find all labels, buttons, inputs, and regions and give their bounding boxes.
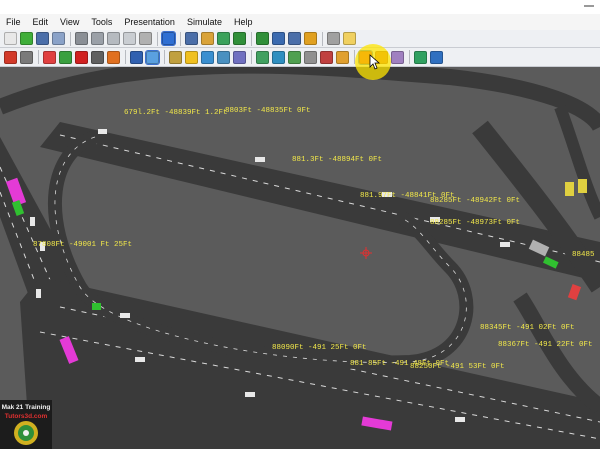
coordinate-label: 88345Ft -491 02Ft 0Ft (480, 324, 575, 332)
arrow-right-icon[interactable] (256, 32, 269, 45)
arrow-left-icon[interactable] (233, 32, 246, 45)
traffic-icon[interactable] (320, 50, 333, 64)
coordinate-label: 88285Ft -48973Ft 0Ft (430, 219, 520, 227)
main-toolbar (0, 30, 600, 48)
road-icon[interactable] (4, 50, 17, 64)
note-icon[interactable] (343, 32, 356, 45)
toolbar-separator (70, 31, 71, 46)
ruler-icon[interactable] (169, 50, 182, 64)
palette-icon[interactable] (217, 32, 230, 45)
vehicle-yellow (565, 182, 574, 196)
coordinate-label: 88485 (572, 251, 595, 259)
wrench-icon[interactable] (20, 50, 33, 64)
open-folder-icon[interactable] (20, 32, 33, 45)
vehicle-car (30, 217, 35, 226)
minimize-icon[interactable] (584, 5, 594, 7)
color-icon[interactable] (256, 50, 269, 64)
layers-icon[interactable] (414, 50, 427, 64)
coordinate-label: 881.3Ft -48894Ft 0Ft (292, 156, 382, 164)
save-icon[interactable] (36, 32, 49, 45)
toolbar-separator (164, 50, 165, 64)
toolbar-separator (409, 50, 410, 64)
vehicle-car (36, 289, 41, 298)
vehicle-green (92, 303, 101, 310)
list-icon[interactable] (233, 50, 246, 64)
scene-viewport[interactable]: 679l.2Ft -48839Ft 1.2Ft 8803Ft -48835Ft … (0, 67, 600, 449)
coordinate-label: 88285Ft -48942Ft 0Ft (430, 197, 520, 205)
coordinate-label: 88090Ft -491 25Ft 0Ft (272, 344, 367, 352)
globe-icon[interactable] (201, 50, 214, 64)
grid-icon[interactable] (185, 32, 198, 45)
pencil-icon[interactable] (201, 32, 214, 45)
tag-icon[interactable] (304, 32, 317, 45)
zoom-icon[interactable] (217, 50, 230, 64)
vehicle-car (500, 242, 510, 247)
coordinate-label: 87808Ft -49001 Ft 25Ft (33, 241, 132, 249)
movie-icon[interactable] (391, 50, 404, 64)
mouse-pointer-icon (369, 54, 381, 70)
camera-icon[interactable] (91, 50, 104, 64)
tools-icon[interactable] (327, 32, 340, 45)
menu-tools[interactable]: Tools (85, 14, 118, 30)
vehicle-yellow (578, 179, 587, 193)
photo-icon[interactable] (288, 50, 301, 64)
vehicle-car (98, 129, 107, 134)
menu-edit[interactable]: Edit (27, 14, 55, 30)
shield-icon[interactable] (91, 32, 104, 45)
coordinate-label: 88367Ft -491 22Ft 0Ft (498, 341, 593, 349)
menu-help[interactable]: Help (228, 14, 259, 30)
coordinate-label: 679l.2Ft -48839Ft 1.2Ft (124, 109, 228, 117)
menu-simulate[interactable]: Simulate (181, 14, 228, 30)
vehicle-car (135, 357, 145, 362)
circle-icon[interactable] (139, 32, 152, 45)
toolbar-separator (180, 31, 181, 46)
brand-line1: Mak 21 Training (2, 404, 51, 411)
shield-blue-icon[interactable] (161, 31, 176, 46)
help-icon[interactable] (430, 50, 443, 64)
route-icon[interactable] (272, 32, 285, 45)
coordinate-label: 8803Ft -48835Ft 0Ft (225, 107, 311, 115)
window-controls (584, 0, 594, 12)
title-bar (0, 0, 600, 14)
pin-icon[interactable] (43, 50, 56, 64)
person-icon[interactable] (288, 32, 301, 45)
coordinate-label: 88250Ft -491 53Ft 0Ft (410, 363, 505, 371)
vehicle-car (120, 313, 130, 318)
light-icon[interactable] (336, 50, 349, 64)
menubar: File Edit View Tools Presentation Simula… (0, 14, 600, 30)
shield-icon[interactable] (123, 32, 136, 45)
car-icon[interactable] (130, 50, 143, 64)
toolbar-separator (322, 31, 323, 46)
shield-icon[interactable] (107, 32, 120, 45)
map-icon[interactable] (272, 50, 285, 64)
vehicle-car (255, 157, 265, 162)
stop-sign-icon[interactable] (75, 50, 88, 64)
toolbar-separator (251, 50, 252, 64)
toolbar-separator (157, 31, 158, 46)
menu-view[interactable]: View (54, 14, 85, 30)
vehicle-car (245, 392, 255, 397)
measure-icon[interactable] (304, 50, 317, 64)
shield-icon[interactable] (75, 32, 88, 45)
cone-icon[interactable] (107, 50, 120, 64)
training-logo: Mak 21 Training Tutors3d.com (0, 400, 52, 449)
road-green-icon[interactable] (59, 50, 72, 64)
secondary-toolbar (0, 48, 600, 67)
bulb-icon[interactable] (185, 50, 198, 64)
view-icon[interactable] (145, 49, 160, 65)
vehicle-car (455, 417, 465, 422)
app-window: File Edit View Tools Presentation Simula… (0, 0, 600, 449)
new-file-icon[interactable] (4, 32, 17, 45)
menu-file[interactable]: File (0, 14, 27, 30)
road-scene[interactable]: 679l.2Ft -48839Ft 1.2Ft 8803Ft -48835Ft … (0, 67, 600, 449)
brand-line2: Tutors3d.com (5, 413, 48, 420)
toolbar-separator (38, 50, 39, 64)
save-as-icon[interactable] (52, 32, 65, 45)
toolbar-separator (125, 50, 126, 64)
menu-presentation[interactable]: Presentation (118, 14, 181, 30)
toolbar-separator (251, 31, 252, 46)
